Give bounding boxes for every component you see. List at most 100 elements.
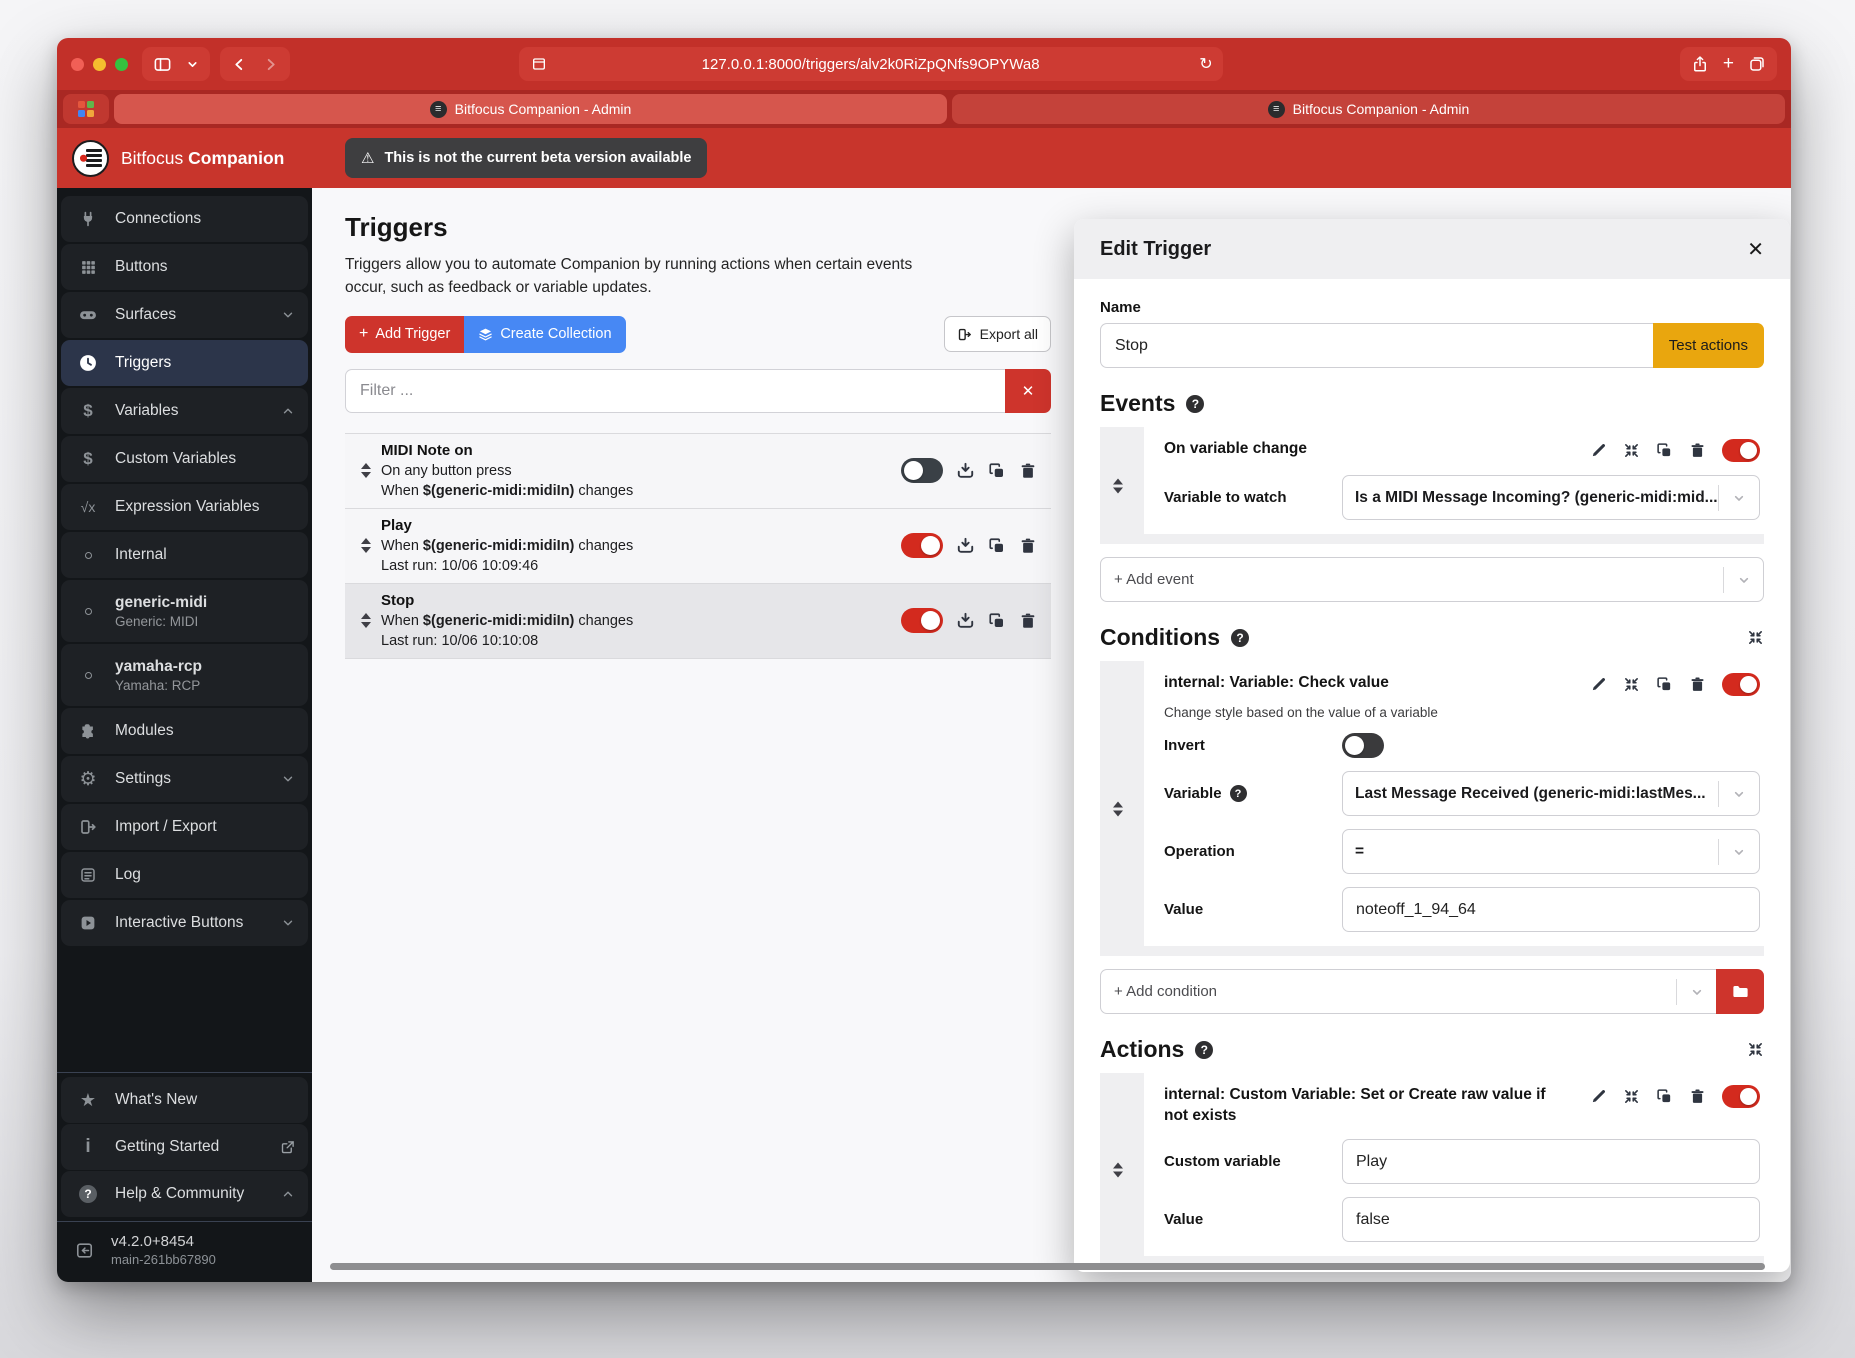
filter-input[interactable] [345,368,1005,413]
new-tab-icon[interactable]: + [1723,53,1734,75]
share-icon[interactable] [1691,55,1709,73]
sidebar-item-generic-midi[interactable]: generic-midi Generic: MIDI [61,580,308,642]
condition-variable-select[interactable]: Last Message Received (generic-midi:last… [1342,771,1760,816]
trash-icon[interactable] [1689,442,1706,459]
action-value-input[interactable] [1342,1197,1760,1242]
horizontal-scrollbar[interactable] [330,1263,1765,1270]
test-actions-button[interactable]: Test actions [1652,323,1764,368]
action-title: internal: Custom Variable: Set or Create… [1164,1086,1546,1124]
add-condition-button[interactable]: + Add condition [1100,969,1716,1014]
back-icon[interactable] [231,56,248,73]
variable-to-watch-select[interactable]: Is a MIDI Message Incoming? (generic-mid… [1342,475,1760,520]
drag-handle-icon[interactable] [351,613,381,628]
sidebar-item-label: Import / Export [115,818,217,835]
forward-icon[interactable] [262,56,279,73]
sidebar-item-yamaha-rcp[interactable]: yamaha-rcp Yamaha: RCP [61,644,308,706]
clone-icon[interactable] [988,537,1006,555]
download-icon[interactable] [956,461,975,480]
clone-icon[interactable] [988,612,1006,630]
page-description: Triggers allow you to automate Companion… [345,256,913,297]
collapse-icon[interactable] [1623,676,1640,693]
trash-icon[interactable] [1019,537,1037,555]
pencil-icon[interactable] [1590,1088,1607,1105]
sidebar-item-settings[interactable]: ⚙ Settings [61,756,308,802]
sidebar-item-help-community[interactable]: ? Help & Community [61,1171,308,1217]
pinned-tab[interactable] [63,94,109,124]
trigger-row-stop-selected[interactable]: Stop When $(generic-midi:midiIn) changes… [345,583,1051,659]
sidebar-item-triggers[interactable]: Triggers [61,340,308,386]
event-enable-toggle[interactable] [1722,439,1760,462]
sidebar-item-variables[interactable]: $ Variables [61,388,308,434]
drag-handle-icon[interactable] [1113,801,1123,816]
download-icon[interactable] [956,611,975,630]
drag-handle-icon[interactable] [351,538,381,553]
download-icon[interactable] [956,536,975,555]
sidebar-item-expression-variables[interactable]: √x Expression Variables [61,484,308,530]
trash-icon[interactable] [1689,676,1706,693]
tab-companion-admin-inactive[interactable]: ≡ Bitfocus Companion - Admin [952,94,1785,124]
enable-toggle[interactable] [901,533,943,558]
collapse-icon[interactable] [1623,442,1640,459]
clone-icon[interactable] [1656,676,1673,693]
close-window-button[interactable] [71,57,84,71]
page-settings-icon[interactable] [531,56,547,72]
add-trigger-button[interactable]: + Add Trigger [345,315,465,353]
trigger-row-play[interactable]: Play When $(generic-midi:midiIn) changes… [345,508,1051,584]
sidebar-item-internal[interactable]: Internal [61,532,308,578]
sidebar-item-log[interactable]: Log [61,852,308,898]
tab-companion-admin-active[interactable]: ≡ Bitfocus Companion - Admin [114,94,947,124]
clone-icon[interactable] [1656,442,1673,459]
drag-handle-icon[interactable] [1113,478,1123,493]
trigger-row-midi-note-on[interactable]: MIDI Note on On any button press When $(… [345,433,1051,509]
sidebar-item-buttons[interactable]: Buttons [61,244,308,290]
condition-group-button[interactable] [1716,969,1764,1014]
sidebar-item-label: Connections [115,210,202,227]
collapse-icon[interactable] [1623,1088,1640,1105]
clear-filter-button[interactable]: ✕ [1005,368,1051,413]
sidebar-item-getting-started[interactable]: i Getting Started [61,1124,308,1170]
minimize-window-button[interactable] [93,57,106,71]
sidebar-item-custom-variables[interactable]: $ Custom Variables [61,436,308,482]
export-all-button[interactable]: Export all [943,316,1051,352]
custom-variable-input[interactable] [1342,1139,1760,1184]
drag-handle-icon[interactable] [1113,1162,1123,1177]
address-bar[interactable]: 127.0.0.1:8000/triggers/alv2k0RiZpQNfs9O… [518,47,1223,81]
invert-toggle[interactable] [1342,733,1384,758]
tab-overview-icon[interactable] [1748,55,1766,73]
toggle-sidebar-icon[interactable] [153,55,172,74]
create-collection-button[interactable]: Create Collection [464,315,626,353]
sidebar-chevron-icon[interactable] [186,58,199,71]
sidebar-item-connections[interactable]: Connections [61,196,308,242]
collapse-sidebar-icon[interactable] [57,1241,111,1260]
custom-variable-label: Custom variable [1164,1153,1281,1170]
pencil-icon[interactable] [1590,676,1607,693]
clone-icon[interactable] [988,462,1006,480]
close-icon[interactable]: ✕ [1747,237,1764,262]
collapse-all-icon[interactable] [1747,1041,1764,1058]
enable-toggle[interactable] [901,608,943,633]
condition-value-input[interactable] [1342,887,1760,932]
trash-icon[interactable] [1689,1088,1706,1105]
trash-icon[interactable] [1019,612,1037,630]
sidebar-item-surfaces[interactable]: Surfaces [61,292,308,338]
zoom-window-button[interactable] [115,57,128,71]
operation-select[interactable]: = [1342,829,1760,874]
sidebar-item-interactive-buttons[interactable]: Interactive Buttons [61,900,308,946]
sidebar-item-modules[interactable]: Modules [61,708,308,754]
add-event-row: + Add event [1100,557,1764,602]
action-enable-toggle[interactable] [1722,1085,1760,1108]
add-event-button[interactable]: + Add event [1100,557,1764,602]
sidebar-item-whats-new[interactable]: ★ What's New [61,1077,308,1123]
trash-icon[interactable] [1019,462,1037,480]
drag-handle-icon[interactable] [351,463,381,478]
sidebar-item-import-export[interactable]: Import / Export [61,804,308,850]
clone-icon[interactable] [1656,1088,1673,1105]
enable-toggle[interactable] [901,458,943,483]
condition-enable-toggle[interactable] [1722,673,1760,696]
trigger-event-line: On any button press [381,462,512,479]
trigger-name-input[interactable] [1100,323,1653,368]
pencil-icon[interactable] [1590,442,1607,459]
reload-icon[interactable]: ↻ [1199,54,1212,74]
event-title: On variable change [1164,440,1307,457]
collapse-all-icon[interactable] [1747,629,1764,646]
